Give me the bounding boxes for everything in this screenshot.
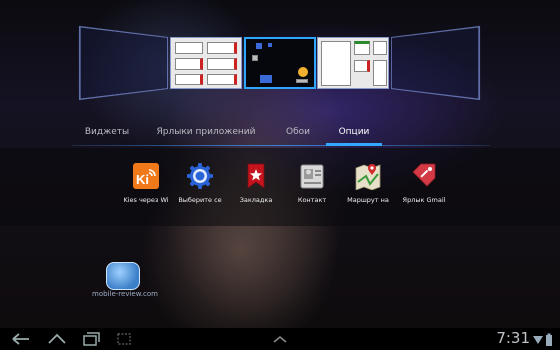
- home-screen-2[interactable]: [170, 37, 242, 89]
- option-label: Выберите се: [178, 196, 222, 204]
- option-contact[interactable]: Контакт: [282, 162, 342, 204]
- recent-apps-icon[interactable]: [80, 331, 102, 347]
- tab-wallpapers[interactable]: Обои: [268, 120, 328, 144]
- tab-widgets[interactable]: Виджеты: [72, 120, 142, 144]
- status-icons[interactable]: [532, 332, 554, 346]
- screenshot-icon[interactable]: [114, 331, 134, 347]
- svg-text:Ki: Ki: [136, 172, 149, 187]
- expand-chevron-icon[interactable]: [268, 331, 292, 347]
- contact-icon: [298, 162, 326, 190]
- kies-wifi-icon: Ki: [132, 162, 160, 190]
- tab-options[interactable]: Опции: [326, 120, 382, 144]
- option-gmail-label[interactable]: Ярлык Gmail: [394, 162, 454, 204]
- option-label: Контакт: [297, 196, 327, 204]
- home-screens-strip: [0, 25, 560, 101]
- option-bookmark[interactable]: Закладка: [226, 162, 286, 204]
- options-panel: Ki Kies через Wi Выберите се Закладка Ко…: [0, 148, 560, 226]
- map-route-icon: [354, 162, 382, 191]
- option-select-settings[interactable]: Выберите се: [170, 162, 230, 204]
- home-screen-3-current[interactable]: [244, 37, 316, 89]
- desktop-widget[interactable]: mobile-review.com: [88, 262, 162, 302]
- option-label: Маршрут на: [347, 196, 389, 204]
- option-route[interactable]: Маршрут на: [338, 162, 398, 204]
- system-bar: 7:31: [0, 328, 560, 350]
- option-label: Kies через Wi: [123, 196, 169, 204]
- tab-divider: [72, 145, 490, 146]
- widget-watermark-text: mobile-review.com: [92, 290, 158, 298]
- bookmark-icon: [242, 162, 270, 190]
- option-label: Закладка: [239, 196, 273, 204]
- option-label: Ярлык Gmail: [402, 196, 446, 204]
- settings-gear-icon: [186, 162, 214, 190]
- gmail-label-icon: [410, 162, 438, 190]
- back-icon[interactable]: [10, 331, 32, 347]
- home-screen-4[interactable]: [317, 37, 389, 89]
- clock-time[interactable]: 7:31: [496, 329, 530, 347]
- home-screen-1[interactable]: [78, 25, 168, 101]
- home-screen-5[interactable]: [391, 25, 481, 101]
- battery-icon: [546, 335, 552, 346]
- option-kies-wifi[interactable]: Ki Kies через Wi: [116, 162, 176, 204]
- tab-app-shortcuts[interactable]: Ярлыки приложений: [152, 120, 260, 144]
- home-icon[interactable]: [46, 331, 68, 347]
- widget-logo-icon: [106, 262, 140, 290]
- wifi-icon: [533, 336, 543, 344]
- tab-active-indicator: [326, 143, 382, 146]
- add-to-home-tabs: Виджеты Ярлыки приложений Обои Опции: [72, 120, 490, 148]
